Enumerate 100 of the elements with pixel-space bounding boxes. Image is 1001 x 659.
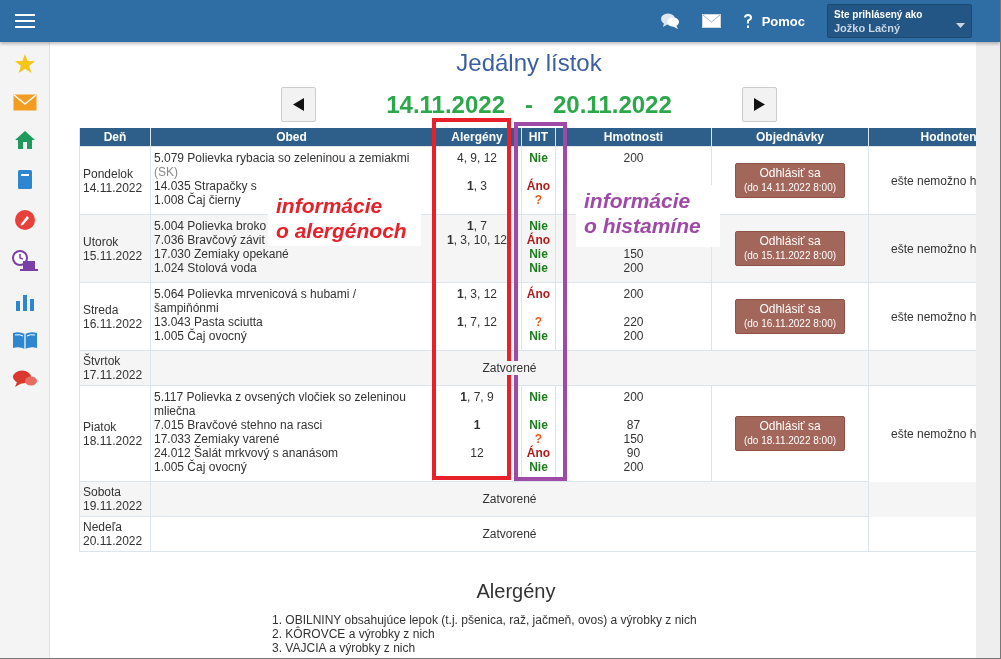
star-icon[interactable] bbox=[13, 53, 36, 75]
notebook-icon[interactable] bbox=[16, 169, 33, 190]
allergen-list: 4, 9, 12 bbox=[457, 151, 497, 165]
allergen-list: 1, 7, 12 bbox=[456, 315, 497, 329]
column-header: Objednávky bbox=[711, 128, 869, 147]
rating-status: ešte nemožno h bbox=[891, 426, 976, 441]
allergen-list: 12 bbox=[470, 446, 484, 460]
column-header: Deň bbox=[79, 128, 151, 147]
meal-name: 17.030 Zemiaky opekané bbox=[154, 247, 289, 261]
week-start-date: 14.11.2022 bbox=[386, 90, 505, 119]
column-header: Hodnoten bbox=[868, 128, 976, 147]
weight-value: 200 bbox=[623, 390, 644, 404]
cancel-order-button[interactable]: Odhlásiť sa (do 16.11.2022 8:00) bbox=[735, 299, 845, 334]
histamine-value: Áno bbox=[526, 179, 551, 193]
day-cell: Utorok 15.11.2022 bbox=[79, 214, 151, 283]
meal-name: 1.024 Stolová voda bbox=[154, 261, 257, 275]
closed-label: Zatvorené bbox=[480, 492, 539, 506]
caret-icon bbox=[956, 23, 965, 28]
meal-name: 5.117 Polievka z ovsených vločiek so zeleninou mliečna bbox=[154, 390, 406, 418]
allergen-legend-item: 3. VAJCIA a výrobky z nich bbox=[272, 641, 417, 655]
day-cell: Sobota 19.11.2022 bbox=[79, 481, 151, 517]
histamine-value: Áno bbox=[526, 287, 551, 301]
allergen-list: 1, 3, 12 bbox=[456, 287, 497, 301]
weight-value: 87 bbox=[626, 418, 641, 432]
allergen-legend-item: 2. KÔROVCE a výrobky z nich bbox=[272, 627, 435, 641]
meal-name: 24.012 Šalát mrkvový s ananásom bbox=[154, 446, 339, 460]
allergen-legend-item: 1. OBILNINY obsahujúce lepok (t.j. pšenica, raž, jačmeň, ovos) a výrobky z nich bbox=[272, 613, 697, 627]
day-cell: Piatok 18.11.2022 bbox=[79, 385, 151, 482]
column-header: Obed bbox=[150, 128, 433, 147]
week-end-date: 20.11.2022 bbox=[553, 90, 672, 119]
day-cell: Štvrtok 17.11.2022 bbox=[79, 350, 151, 386]
chat-bubbles-icon[interactable] bbox=[11, 369, 38, 389]
weight-value: 220 bbox=[623, 315, 644, 329]
histamine-value: Nie bbox=[529, 247, 548, 261]
user-label: Ste prihlásený ako bbox=[834, 9, 924, 20]
meal-name: 1.005 Čaj ovocný bbox=[154, 460, 247, 474]
menu-icon[interactable] bbox=[15, 13, 35, 29]
day-cell: Nedeľa 20.11.2022 bbox=[79, 516, 151, 552]
rating-status: ešte nemožno h bbox=[891, 173, 976, 188]
home-icon[interactable] bbox=[13, 130, 36, 150]
column-header: HIT bbox=[521, 128, 556, 147]
weight-value: 150 bbox=[623, 247, 644, 261]
book-icon[interactable] bbox=[11, 330, 38, 350]
allergen-list: 1, 3, 10, 12 bbox=[446, 233, 508, 247]
help-button[interactable]: Pomoc bbox=[742, 13, 805, 29]
histamine-value: ? bbox=[534, 193, 543, 207]
allergen-list: 1 bbox=[473, 418, 481, 432]
cancel-order-button[interactable]: Odhlásiť sa (do 15.11.2022 8:00) bbox=[735, 231, 845, 266]
day-cell: Streda 16.11.2022 bbox=[79, 282, 151, 351]
cancel-order-button[interactable]: Odhlásiť sa (do 18.11.2022 8:00) bbox=[735, 416, 845, 451]
meal-name: 14.035 Strapačky s bbox=[154, 179, 257, 193]
weight-value: 200 bbox=[623, 261, 644, 275]
histamine-value: Nie bbox=[529, 460, 548, 474]
meal-name: 1.008 Čaj čierny bbox=[154, 193, 241, 207]
histamine-value: ? bbox=[534, 315, 543, 329]
previous-week-button[interactable] bbox=[281, 87, 316, 122]
allergen-list: 1, 7, 9 bbox=[460, 390, 494, 404]
histamine-value: Nie bbox=[529, 329, 548, 343]
closed-label: Zatvorené bbox=[480, 527, 539, 541]
meal-name: 7.015 Bravčové stehno na rasci bbox=[154, 418, 323, 432]
rating-status: ešte nemožno h bbox=[891, 241, 976, 256]
meal-note: (SK) bbox=[154, 165, 178, 179]
histamine-value: Áno bbox=[526, 446, 551, 460]
clock-laptop-icon[interactable] bbox=[11, 250, 38, 272]
weight-value: 200 bbox=[623, 287, 644, 301]
meal-name: 17.033 Zemiaky varené bbox=[154, 432, 280, 446]
meal-name: 7.036 Bravčový závit bbox=[154, 233, 265, 247]
histamine-value: Áno bbox=[526, 233, 551, 247]
meal-name: 1.005 Čaj ovocný bbox=[154, 329, 247, 343]
weight-value: 200 bbox=[623, 151, 644, 165]
weight-value: 90 bbox=[626, 446, 641, 460]
next-week-button[interactable] bbox=[742, 87, 777, 122]
weight-value: 200 bbox=[623, 460, 644, 474]
weight-value: 200 bbox=[623, 329, 644, 343]
page-title: Jedálny lístok bbox=[456, 49, 602, 77]
allergens-heading: Alergény bbox=[476, 580, 556, 603]
allergen-list: 1, 7 bbox=[467, 219, 487, 233]
histamine-value: Nie bbox=[529, 261, 548, 275]
allergen-list: 1, 3 bbox=[467, 179, 487, 193]
user-dropdown[interactable]: Ste prihlásený ako Jožko Lačný bbox=[827, 4, 972, 38]
rating-status: ešte nemožno h bbox=[891, 309, 976, 324]
meal-name: 5.079 Polievka rybacia so zeleninou a zemiakmi bbox=[154, 151, 410, 165]
pen-circle-icon[interactable] bbox=[13, 209, 36, 231]
weight-value: 150 bbox=[623, 432, 644, 446]
meal-name: 5.064 Polievka mrvenicová s hubami / šampiňónmi bbox=[154, 287, 357, 315]
histamine-value: Nie bbox=[529, 219, 548, 233]
chat-icon[interactable] bbox=[659, 12, 680, 30]
question-icon bbox=[742, 13, 753, 29]
closed-label: Zatvorené bbox=[480, 361, 539, 375]
user-name: Jožko Lačný bbox=[834, 22, 901, 34]
histamine-value: ? bbox=[534, 432, 543, 446]
histamine-value: Nie bbox=[529, 390, 548, 404]
mail-icon[interactable] bbox=[701, 14, 721, 28]
cancel-order-button[interactable]: Odhlásiť sa (do 14.11.2022 8:00) bbox=[735, 163, 845, 198]
meal-name: 5.004 Polievka broko bbox=[154, 219, 267, 233]
histamine-value: Nie bbox=[529, 151, 548, 165]
left-triangle-icon bbox=[293, 98, 304, 111]
right-triangle-icon bbox=[754, 98, 765, 111]
meal-name: 13.043 Pasta sciutta bbox=[154, 315, 263, 329]
date-separator: - bbox=[525, 90, 533, 119]
